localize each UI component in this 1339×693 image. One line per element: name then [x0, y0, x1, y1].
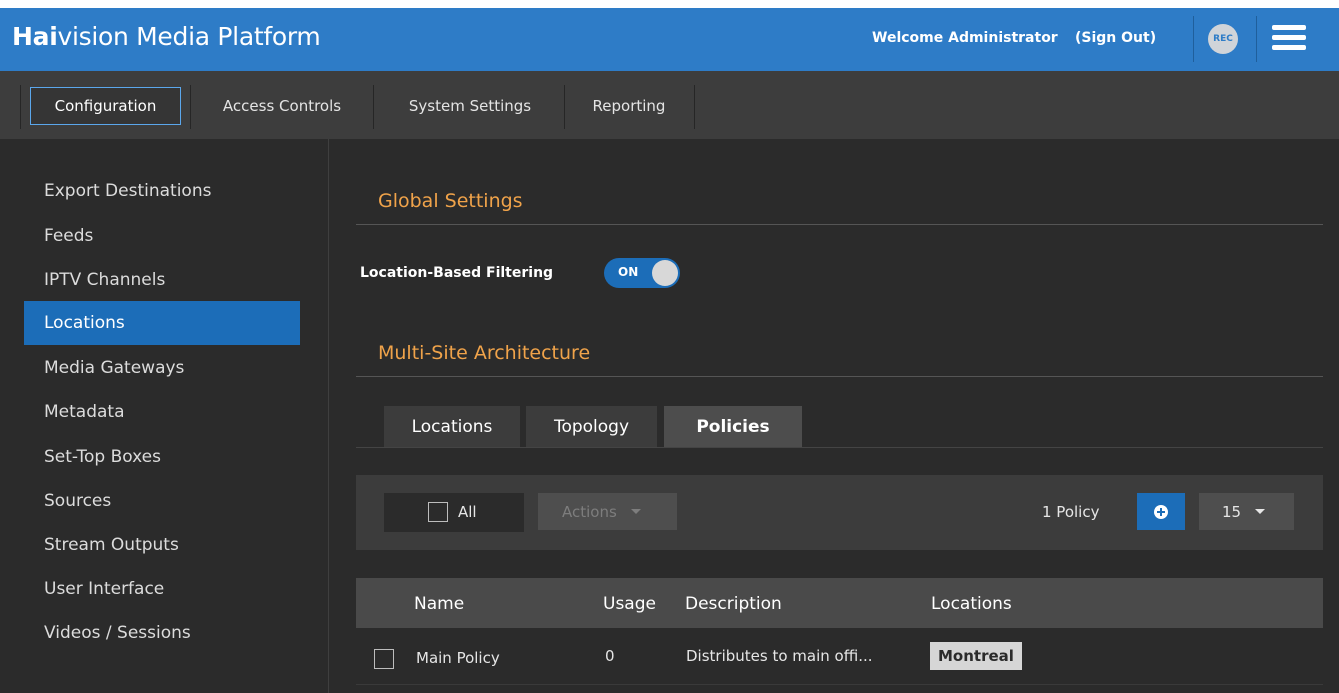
header-divider	[1193, 16, 1194, 62]
sidebar-item-videos-sessions[interactable]: Videos / Sessions	[24, 611, 300, 655]
rec-button[interactable]: REC	[1208, 24, 1238, 54]
sidebar-item-media-gateways[interactable]: Media Gateways	[24, 346, 300, 390]
nav-divider	[564, 85, 565, 129]
sign-out-link[interactable]: (Sign Out)	[1075, 30, 1156, 46]
tab-policies[interactable]: Policies	[664, 406, 802, 447]
nav-divider	[694, 85, 695, 129]
sidebar-item-feeds[interactable]: Feeds	[24, 214, 300, 258]
multi-site-title: Multi-Site Architecture	[378, 342, 591, 364]
main-nav: Configuration Access Controls System Set…	[0, 71, 1339, 139]
toggle-on-label: ON	[618, 265, 639, 279]
location-filtering-label: Location-Based Filtering	[360, 265, 554, 281]
tab-topology[interactable]: Topology	[526, 406, 657, 447]
tab-access-controls[interactable]: Access Controls	[198, 87, 366, 125]
tab-configuration[interactable]: Configuration	[30, 87, 181, 125]
page-size-value: 15	[1222, 502, 1242, 521]
sidebar-divider	[328, 139, 329, 693]
top-strip	[0, 0, 1339, 8]
chevron-down-icon	[630, 509, 641, 514]
policy-usage: 0	[605, 647, 615, 665]
section-divider	[356, 376, 1323, 377]
column-header-name[interactable]: Name	[414, 594, 464, 614]
tabs-divider	[356, 447, 1323, 448]
sidebar-item-iptv-channels[interactable]: IPTV Channels	[24, 258, 300, 302]
policy-description: Distributes to main offi...	[686, 647, 873, 665]
sidebar-item-stream-outputs[interactable]: Stream Outputs	[24, 523, 300, 567]
sidebar-item-export-destinations[interactable]: Export Destinations	[24, 169, 300, 213]
sidebar-item-sources[interactable]: Sources	[24, 479, 300, 523]
nav-divider	[190, 85, 191, 129]
select-all-checkbox[interactable]	[428, 502, 448, 522]
add-policy-button[interactable]	[1137, 493, 1185, 530]
table-header	[356, 578, 1323, 628]
sidebar-item-user-interface[interactable]: User Interface	[24, 567, 300, 611]
row-checkbox[interactable]	[374, 649, 394, 669]
chevron-down-icon	[1255, 509, 1266, 514]
sidebar-item-metadata[interactable]: Metadata	[24, 390, 300, 434]
page-size-select[interactable]: 15	[1199, 493, 1294, 530]
global-settings-title: Global Settings	[378, 190, 523, 212]
app-header: Haivision Media Platform Welcome Adminis…	[0, 8, 1339, 71]
toggle-knob	[652, 260, 678, 286]
policy-name[interactable]: Main Policy	[416, 649, 500, 667]
column-header-locations[interactable]: Locations	[931, 594, 1012, 614]
section-divider	[356, 224, 1323, 225]
location-badge: Montreal	[930, 642, 1022, 670]
actions-label: Actions	[562, 502, 617, 521]
select-all-label: All	[458, 503, 477, 521]
hamburger-menu-icon[interactable]	[1272, 24, 1306, 52]
select-all-control[interactable]: All	[384, 493, 524, 532]
location-filtering-toggle[interactable]: ON	[604, 258, 680, 288]
tab-system-settings[interactable]: System Settings	[382, 87, 558, 125]
nav-divider	[373, 85, 374, 129]
sidebar-item-locations[interactable]: Locations	[24, 301, 300, 345]
sidebar-item-set-top-boxes[interactable]: Set-Top Boxes	[24, 435, 300, 479]
policy-count: 1 Policy	[1042, 503, 1100, 521]
actions-dropdown[interactable]: Actions	[538, 493, 677, 530]
nav-divider	[20, 85, 21, 129]
tab-reporting[interactable]: Reporting	[572, 87, 686, 125]
header-divider	[1256, 16, 1257, 62]
welcome-text: Welcome Administrator	[872, 30, 1058, 46]
column-header-usage[interactable]: Usage	[603, 594, 656, 614]
plus-circle-icon	[1154, 504, 1168, 519]
tab-locations[interactable]: Locations	[384, 406, 520, 447]
column-header-description[interactable]: Description	[685, 594, 782, 614]
app-logo: Haivision Media Platform	[12, 22, 321, 51]
